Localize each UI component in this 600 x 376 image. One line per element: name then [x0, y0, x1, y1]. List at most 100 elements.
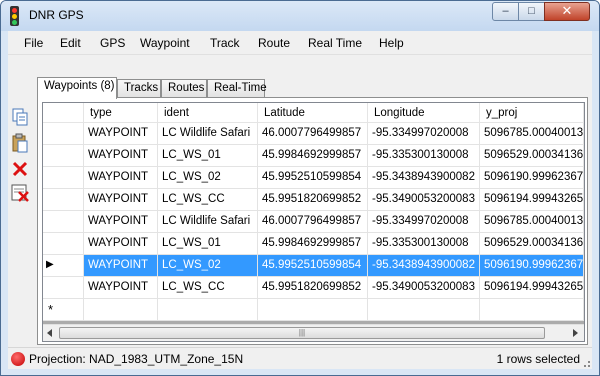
resize-grip-icon[interactable]	[581, 358, 591, 368]
cell-ident[interactable]: LC_WS_02	[158, 255, 258, 277]
cell-y-proj[interactable]: 5096529.00034136	[480, 233, 584, 255]
cell-latitude[interactable]: 45.9984692999857	[258, 233, 368, 255]
cell-y-proj[interactable]: 5096785.00040013	[480, 211, 584, 233]
cell-longitude[interactable]: -95.334997020008	[368, 211, 480, 233]
row-header[interactable]	[43, 189, 84, 211]
cell-longitude[interactable]: -95.3490053200083	[368, 277, 480, 299]
cell-y-proj[interactable]: 5096785.00040013	[480, 123, 584, 145]
cell-y-proj[interactable]: 5096194.99943265	[480, 277, 584, 299]
cell-longitude[interactable]	[368, 299, 480, 321]
row-header[interactable]	[43, 277, 84, 299]
menu-file[interactable]: File	[24, 36, 43, 50]
table-row[interactable]: WAYPOINT LC_WS_CC 45.9951820699852 -95.3490…	[43, 189, 584, 211]
cell-ident[interactable]: LC_WS_01	[158, 145, 258, 167]
cell-type[interactable]	[84, 299, 158, 321]
table-row[interactable]: ▶ WAYPOINT LC_WS_02 45.9952510599854 -95.343…	[43, 255, 584, 277]
minimize-button[interactable]: ‒	[492, 2, 519, 21]
cell-ident[interactable]: LC_WS_01	[158, 233, 258, 255]
cell-latitude[interactable]: 45.9952510599854	[258, 167, 368, 189]
table-row[interactable]: WAYPOINT LC Wildlife Safari 46.00077964998…	[43, 123, 584, 145]
row-header[interactable]: ▶	[43, 255, 84, 277]
cell-y-proj[interactable]: 5096529.00034136	[480, 145, 584, 167]
cell-type[interactable]: WAYPOINT	[84, 167, 158, 189]
menu-waypoint[interactable]: Waypoint	[140, 36, 190, 50]
tab-tracks[interactable]: Tracks	[117, 79, 161, 98]
cell-longitude[interactable]: -95.3490053200083	[368, 189, 480, 211]
menu-bar: File Edit GPS Waypoint Track Route Real …	[8, 31, 592, 55]
cell-y-proj[interactable]: 5096194.99943265	[480, 189, 584, 211]
cell-latitude[interactable]: 45.9984692999857	[258, 145, 368, 167]
close-button[interactable]: ✕	[544, 2, 590, 21]
selection-count: 1 rows selected	[496, 352, 580, 366]
copy-button[interactable]	[10, 107, 30, 127]
menu-edit[interactable]: Edit	[60, 36, 81, 50]
new-row[interactable]: *	[43, 299, 584, 321]
cell-type[interactable]: WAYPOINT	[84, 145, 158, 167]
tab-real-time[interactable]: Real-Time	[207, 79, 267, 98]
cell-type[interactable]: WAYPOINT	[84, 211, 158, 233]
col-header-type[interactable]: type	[84, 103, 158, 123]
col-header-latitude[interactable]: Latitude	[258, 103, 368, 123]
status-bar: Projection: NAD_1983_UTM_Zone_15N 1 rows…	[8, 347, 592, 369]
cell-ident[interactable]: LC Wildlife Safari	[158, 211, 258, 233]
scroll-right-icon[interactable]	[571, 329, 579, 337]
delete-icon	[12, 161, 28, 177]
tab-routes[interactable]: Routes	[161, 79, 207, 98]
menu-track[interactable]: Track	[210, 36, 240, 50]
window-title: DNR GPS	[29, 8, 84, 22]
row-header[interactable]	[43, 167, 84, 189]
cell-ident[interactable]: LC Wildlife Safari	[158, 123, 258, 145]
row-header[interactable]	[43, 233, 84, 255]
horizontal-scrollbar[interactable]: |||	[43, 324, 584, 341]
cell-ident[interactable]	[158, 299, 258, 321]
cell-longitude[interactable]: -95.335300130008	[368, 233, 480, 255]
table-row[interactable]: WAYPOINT LC_WS_01 45.9984692999857 -95.3353…	[43, 233, 584, 255]
menu-real-time[interactable]: Real Time	[308, 36, 362, 50]
cell-type[interactable]: WAYPOINT	[84, 255, 158, 277]
cell-ident[interactable]: LC_WS_02	[158, 167, 258, 189]
cell-type[interactable]: WAYPOINT	[84, 189, 158, 211]
col-header-ident[interactable]: ident	[158, 103, 258, 123]
menu-route[interactable]: Route	[258, 36, 290, 50]
row-header[interactable]: *	[43, 299, 84, 321]
row-header[interactable]	[43, 145, 84, 167]
row-header[interactable]	[43, 211, 84, 233]
cell-longitude[interactable]: -95.335300130008	[368, 145, 480, 167]
menu-help[interactable]: Help	[379, 36, 404, 50]
cell-latitude[interactable]: 45.9951820699852	[258, 189, 368, 211]
projection-label: Projection: NAD_1983_UTM_Zone_15N	[29, 352, 244, 366]
cell-type[interactable]: WAYPOINT	[84, 233, 158, 255]
cell-latitude[interactable]: 46.0007796499857	[258, 211, 368, 233]
table-row[interactable]: WAYPOINT LC_WS_01 45.9984692999857 -95.3353…	[43, 145, 584, 167]
table-row[interactable]: WAYPOINT LC_WS_02 45.9952510599854 -95.3438…	[43, 167, 584, 189]
menu-gps[interactable]: GPS	[100, 36, 125, 50]
delete-button[interactable]	[10, 159, 30, 179]
cell-latitude[interactable]: 45.9951820699852	[258, 277, 368, 299]
cell-longitude[interactable]: -95.3438943900082	[368, 167, 480, 189]
cell-longitude[interactable]: -95.334997020008	[368, 123, 480, 145]
delete-all-button[interactable]	[10, 183, 30, 203]
cell-latitude[interactable]	[258, 299, 368, 321]
maximize-button[interactable]: □	[518, 2, 545, 21]
paste-button[interactable]	[10, 133, 30, 153]
cell-latitude[interactable]: 46.0007796499857	[258, 123, 368, 145]
col-header-y-proj[interactable]: y_proj	[480, 103, 584, 123]
title-bar[interactable]: DNR GPS ‒ □ ✕	[1, 1, 599, 31]
cell-y-proj[interactable]: 5096190.99962367	[480, 167, 584, 189]
cell-ident[interactable]: LC_WS_CC	[158, 277, 258, 299]
cell-y-proj[interactable]: 5096190.99962367	[480, 255, 584, 277]
cell-latitude[interactable]: 45.9952510599854	[258, 255, 368, 277]
cell-type[interactable]: WAYPOINT	[84, 123, 158, 145]
waypoints-grid[interactable]: type ident Latitude Longitude y_proj WAYPOINT…	[42, 102, 585, 342]
col-header-longitude[interactable]: Longitude	[368, 103, 480, 123]
scroll-left-icon[interactable]	[46, 329, 54, 337]
cell-longitude[interactable]: -95.3438943900082	[368, 255, 480, 277]
table-row[interactable]: WAYPOINT LC Wildlife Safari 46.00077964998…	[43, 211, 584, 233]
cell-ident[interactable]: LC_WS_CC	[158, 189, 258, 211]
tab-waypoints[interactable]: Waypoints (8)	[37, 77, 117, 99]
scrollbar-thumb[interactable]: |||	[59, 327, 545, 339]
cell-y-proj[interactable]	[480, 299, 584, 321]
row-header[interactable]	[43, 123, 84, 145]
cell-type[interactable]: WAYPOINT	[84, 277, 158, 299]
table-row[interactable]: WAYPOINT LC_WS_CC 45.9951820699852 -95.3490…	[43, 277, 584, 299]
